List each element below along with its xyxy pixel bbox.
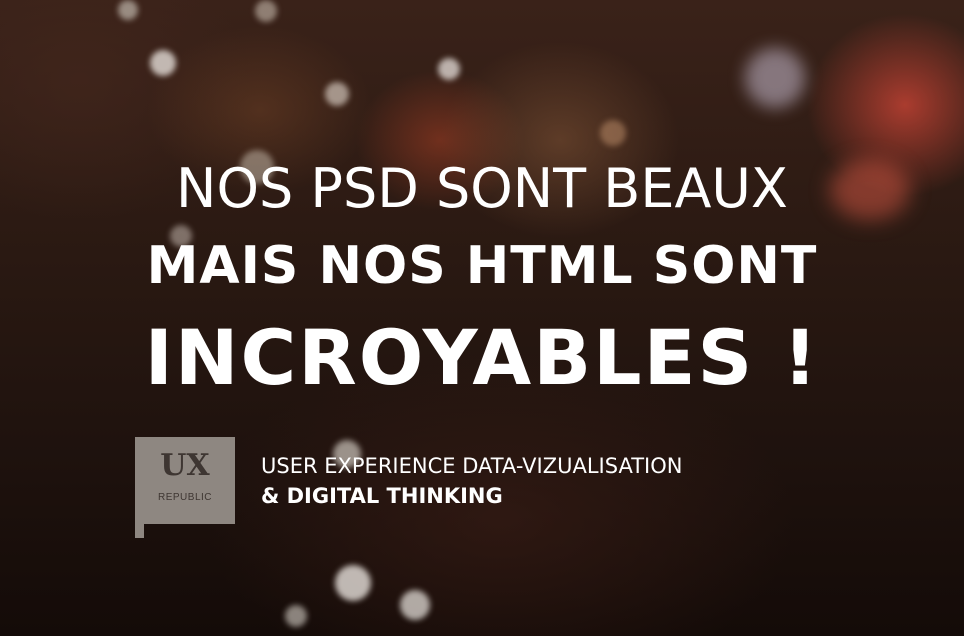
- tagline-line-1: USER EXPERIENCE DATA-VIZUALISATION: [261, 454, 683, 478]
- bokeh-light: [325, 82, 349, 106]
- bokeh-light: [118, 0, 138, 20]
- ux-republic-logo: UX REPUBLIC: [135, 437, 235, 524]
- headline-line-2: MAIS NOS HTML SONT: [146, 236, 818, 296]
- bokeh-light: [285, 605, 307, 627]
- bokeh-light: [150, 50, 176, 76]
- bokeh-light: [438, 58, 460, 80]
- logo-tail: [135, 524, 144, 538]
- bokeh-light: [255, 0, 277, 22]
- bokeh-light: [400, 590, 430, 620]
- headline-line-1: NOS PSD SONT BEAUX: [176, 157, 788, 220]
- headline-line-3: INCROYABLES !: [144, 313, 820, 402]
- logo-mark: UX: [160, 448, 210, 483]
- hero-banner: NOS PSD SONT BEAUX MAIS NOS HTML SONT IN…: [0, 0, 964, 636]
- bokeh-light: [600, 120, 626, 146]
- tagline-line-2: & DIGITAL THINKING: [261, 484, 503, 508]
- bokeh-light: [745, 48, 805, 108]
- logo-subtitle: REPUBLIC: [157, 492, 212, 503]
- bokeh-light: [335, 565, 371, 601]
